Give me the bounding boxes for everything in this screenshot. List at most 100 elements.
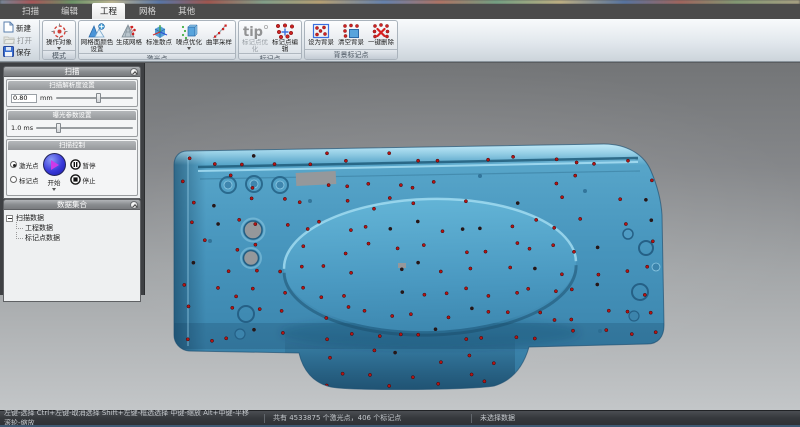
resolution-box: 扫描解析度设置 mm — [6, 79, 138, 107]
status-bar: 左键-选择 Ctrl+左键-取消选择 Shift+左键-框选选择 中键-缩放 A… — [0, 410, 800, 427]
file-button-label: 打开 — [17, 35, 32, 46]
ribbon-group: 设为背景清空背景一键删除背景标记点 — [304, 20, 398, 60]
exposure-title: 曝光参数设置 — [8, 111, 136, 120]
scan-control-box: 扫描控制 激光点 标记点 — [6, 139, 138, 196]
ribbon-group-label: 背景标记点 — [305, 49, 397, 59]
pause-icon — [70, 159, 81, 170]
tab-2[interactable]: 编辑 — [53, 3, 86, 19]
tree-item[interactable]: 工程数据 — [6, 223, 138, 233]
ribbon-button[interactable]: 设为背景 — [306, 22, 336, 49]
ribbon-tabbar: 扫描编辑工程网格其他 — [0, 4, 800, 19]
left-dock: 扫描 扫描解析度设置 mm 曝光参数设置 — [0, 63, 145, 295]
exposure-slider[interactable] — [36, 123, 133, 133]
mouse-hints: 左键-选择 Ctrl+左键-取消选择 Shift+左键-框选选择 中键-缩放 A… — [4, 408, 256, 427]
dropdown-caret[interactable] — [187, 47, 191, 50]
resolution-unit: mm — [40, 94, 53, 102]
tree-expander-icon[interactable] — [6, 215, 13, 222]
file-button[interactable]: 保存 — [3, 46, 38, 58]
ribbon-button[interactable]: 清空背景 — [336, 22, 366, 49]
selection-status: 未选择数据 — [480, 413, 515, 423]
ribbon-groups: 操作对象模式网格面颜色设置生成网格标准散点噪点优化曲率采样激光点tip标记点优化… — [40, 20, 398, 60]
file-button[interactable]: 新建 — [3, 22, 38, 34]
ribbon-button-label: 网格面颜色设置 — [80, 39, 114, 53]
curvature-sample-icon — [211, 23, 228, 39]
radio-laser-points[interactable]: 激光点 — [10, 160, 39, 170]
start-dropdown-caret[interactable] — [52, 188, 56, 191]
stop-button[interactable]: 停止 — [70, 174, 96, 185]
ribbon-group-label: 标记点 — [239, 53, 301, 60]
cube-optimize-icon — [180, 23, 198, 39]
ribbon-group: 操作对象模式 — [42, 20, 76, 60]
ribbon-button[interactable]: 操作对象 — [44, 22, 74, 50]
tip-logo-icon: tip — [242, 23, 268, 39]
tree-item-label: 标记点数据 — [25, 233, 60, 243]
radio-marker-points[interactable]: 标记点 — [10, 175, 39, 185]
ribbon-button[interactable]: 标记点编辑 — [270, 22, 300, 53]
tab-3[interactable]: 工程 — [92, 3, 125, 19]
svg-text:tip: tip — [243, 25, 263, 39]
ribbon-button-label: 清空背景 — [338, 39, 364, 46]
tree-connector — [16, 232, 23, 239]
open-folder-icon — [3, 34, 15, 47]
ribbon-button[interactable]: 网格面颜色设置 — [80, 22, 114, 53]
file-button-column: 新建打开保存 — [2, 20, 40, 60]
separator — [264, 414, 265, 423]
file-button-label: 保存 — [16, 47, 31, 58]
scan-panel-title: 扫描 — [65, 67, 80, 76]
exposure-value: 1.0 ms — [11, 124, 33, 132]
save-icon — [3, 46, 14, 59]
exposure-box: 曝光参数设置 1.0 ms — [6, 109, 138, 137]
ribbon-button-label: 曲率采样 — [206, 39, 232, 46]
ribbon-button[interactable]: 曲率采样 — [204, 22, 234, 53]
ribbon-button[interactable]: 一键删除 — [366, 22, 396, 49]
marker-edit-icon — [275, 23, 295, 39]
ribbon-button[interactable]: 生成网格 — [114, 22, 144, 53]
data-panel-title: 数据集合 — [57, 200, 87, 209]
generate-mesh-icon — [120, 23, 138, 39]
ribbon-button[interactable]: tip标记点优化 — [240, 22, 270, 53]
file-button[interactable]: 打开 — [3, 34, 38, 46]
set-background-icon — [312, 23, 330, 39]
tab-5[interactable]: 其他 — [170, 3, 203, 19]
ribbon-button[interactable]: 噪点优化 — [174, 22, 204, 53]
scan-panel-header: 扫描 — [3, 66, 141, 77]
ribbon-button-label: 一键删除 — [368, 39, 394, 46]
ribbon-group: tip标记点优化标记点编辑标记点 — [238, 20, 302, 60]
file-button-label: 新建 — [16, 23, 31, 34]
data-tree: 扫描数据 工程数据标记点数据 — [3, 210, 141, 302]
separator — [471, 414, 472, 423]
pause-button[interactable]: 暂停 — [70, 159, 96, 170]
tree-item-label: 工程数据 — [25, 223, 53, 233]
ribbon-button-label: 生成网格 — [116, 39, 142, 46]
cube-axes-icon — [150, 23, 168, 39]
ribbon-group-label: 模式 — [43, 50, 75, 60]
ribbon: 新建打开保存 操作对象模式网格面颜色设置生成网格标准散点噪点优化曲率采样激光点t… — [0, 19, 800, 62]
mesh-color-icon — [88, 23, 106, 39]
tab-4[interactable]: 网格 — [131, 3, 164, 19]
clear-background-icon — [342, 23, 360, 39]
collapse-icon[interactable] — [130, 201, 138, 209]
stop-icon — [70, 174, 81, 185]
ribbon-button[interactable]: 标准散点 — [144, 22, 174, 53]
ribbon-button-label: 标准散点 — [146, 39, 172, 46]
ribbon-group-label: 激光点 — [79, 53, 235, 60]
scan-control-title: 扫描控制 — [8, 141, 136, 150]
tree-item[interactable]: 标记点数据 — [6, 233, 138, 243]
resolution-input[interactable] — [11, 94, 37, 103]
play-icon — [51, 160, 59, 170]
resolution-title: 扫描解析度设置 — [8, 81, 136, 90]
target-icon — [51, 23, 68, 39]
radio-dot — [10, 161, 17, 168]
tab-1[interactable]: 扫描 — [14, 3, 47, 19]
scan-panel-body: 扫描解析度设置 mm 曝光参数设置 1.0 ms — [3, 77, 141, 199]
main-area: 扫描 扫描解析度设置 mm 曝光参数设置 — [0, 62, 800, 410]
delete-markers-icon — [372, 23, 390, 39]
resolution-slider[interactable] — [56, 93, 133, 103]
tree-root-scan-data[interactable]: 扫描数据 — [6, 213, 138, 223]
ribbon-button-label: 噪点优化 — [176, 39, 202, 46]
collapse-icon[interactable] — [130, 68, 138, 76]
data-panel-header: 数据集合 — [3, 199, 141, 210]
ribbon-group: 网格面颜色设置生成网格标准散点噪点优化曲率采样激光点 — [78, 20, 236, 60]
radio-dot — [10, 176, 17, 183]
start-scan-button[interactable] — [43, 153, 66, 176]
